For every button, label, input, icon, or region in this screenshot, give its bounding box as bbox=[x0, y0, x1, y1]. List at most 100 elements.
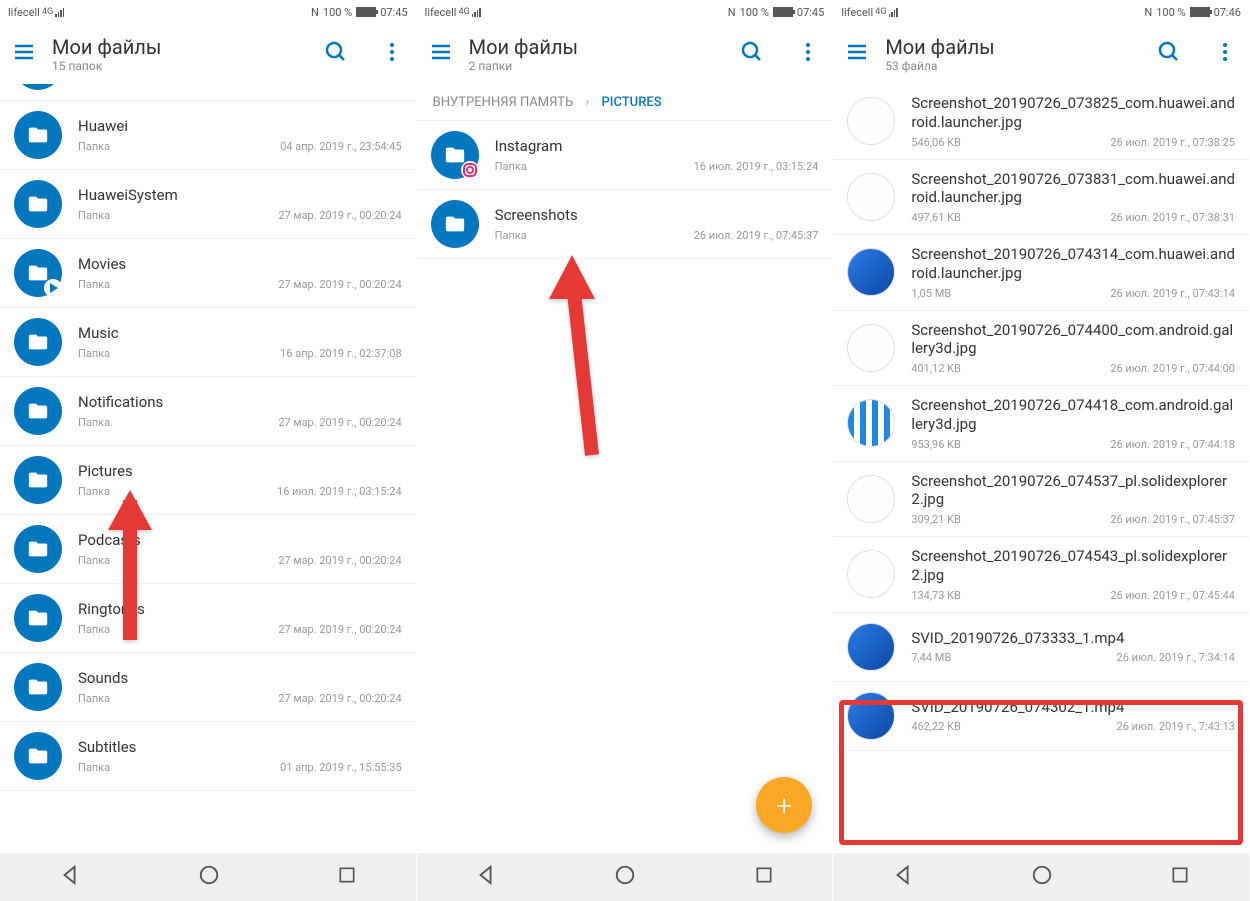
page-title: Мои файлы bbox=[885, 35, 1125, 59]
recent-button[interactable] bbox=[1170, 865, 1190, 889]
back-button[interactable] bbox=[59, 864, 81, 890]
file-list[interactable]: Screenshot_20190726_073825_com.huawei.an… bbox=[833, 84, 1249, 853]
list-item[interactable]: MusicПапка16 апр. 2019 г., 02:37:08 bbox=[0, 308, 416, 377]
list-item[interactable]: SubtitlesПапка01 апр. 2019 г., 15:55:35 bbox=[0, 722, 416, 791]
folder-icon bbox=[14, 456, 62, 504]
signal-icon bbox=[889, 7, 898, 17]
search-button[interactable] bbox=[740, 40, 764, 68]
list-item[interactable]: SVID_20190726_073333_1.mp47,44 MB26 июл.… bbox=[833, 613, 1249, 682]
item-meta: Папка27 мар. 2019 г., 00:20:24 bbox=[78, 623, 402, 636]
item-meta: Папка04 апр. 2019 г., 23:54:45 bbox=[78, 140, 402, 153]
recent-button[interactable] bbox=[754, 865, 774, 889]
list-item[interactable]: SoundsПапка27 мар. 2019 г., 00:20:24 bbox=[0, 653, 416, 722]
item-body: SVID_20190726_073333_1.mp47,44 MB26 июл.… bbox=[911, 629, 1235, 665]
more-button[interactable] bbox=[1213, 40, 1237, 68]
item-meta: 401,12 KB26 июл. 2019 г., 07:44:00 bbox=[911, 362, 1235, 375]
nav-bar bbox=[417, 853, 833, 901]
item-body: Screenshot_20190726_074418_com.android.g… bbox=[911, 396, 1235, 451]
phone-2: lifecell4G N100 %07:45 Мои файлы 2 папки… bbox=[417, 0, 834, 901]
carrier-label: lifecell bbox=[841, 6, 873, 19]
home-button[interactable] bbox=[614, 864, 636, 890]
network-label: 4G bbox=[875, 7, 886, 17]
item-body: MusicПапка16 апр. 2019 г., 02:37:08 bbox=[78, 324, 402, 360]
back-button[interactable] bbox=[475, 864, 497, 890]
list-item[interactable]: Screenshot_20190726_074400_com.android.g… bbox=[833, 311, 1249, 387]
list-item[interactable]: SVID_20190726_074302_1.mp4462,22 KB26 ию… bbox=[833, 682, 1249, 751]
list-item[interactable]: HuaweiПапка04 апр. 2019 г., 23:54:45 bbox=[0, 101, 416, 170]
item-title: Podcasts bbox=[78, 531, 402, 550]
app-bar: Мои файлы 2 папки bbox=[417, 24, 833, 84]
more-button[interactable] bbox=[796, 40, 820, 68]
item-meta: Папка16 июл. 2019 г., 03:15:24 bbox=[495, 160, 819, 173]
item-body: Screenshot_20190726_074400_com.android.g… bbox=[911, 321, 1235, 376]
list-item[interactable]: HuaweiSystem Папка27 мар. 2019 г., 00:20:… bbox=[0, 170, 416, 239]
search-button[interactable] bbox=[324, 40, 348, 68]
list-item[interactable]: PodcastsПапка27 мар. 2019 г., 00:20:24 bbox=[0, 515, 416, 584]
folder-icon bbox=[431, 200, 479, 248]
item-meta: 134,73 KB26 июл. 2019 г., 07:45:44 bbox=[911, 589, 1235, 602]
carrier-label: lifecell bbox=[8, 6, 40, 19]
chevron-right-icon: › bbox=[585, 94, 589, 110]
signal-icon bbox=[472, 7, 481, 17]
item-body: Screenshot_20190726_073825_com.huawei.an… bbox=[911, 94, 1235, 149]
file-list[interactable]: —Папка26 июл. 2019 г., 07:43:40HuaweiПап… bbox=[0, 84, 416, 853]
network-label: 4G bbox=[42, 7, 53, 17]
folder-icon bbox=[431, 131, 479, 179]
home-button[interactable] bbox=[1031, 864, 1053, 890]
item-body: SubtitlesПапка01 апр. 2019 г., 15:55:35 bbox=[78, 738, 402, 774]
item-title: Screenshot_20190726_074537_pl.solidexplo… bbox=[911, 472, 1235, 510]
back-button[interactable] bbox=[892, 864, 914, 890]
list-item[interactable]: NotificationsПапка27 мар. 2019 г., 00:20… bbox=[0, 377, 416, 446]
item-meta: 497,61 KB26 июл. 2019 г., 07:38:31 bbox=[911, 211, 1235, 224]
folder-icon bbox=[14, 111, 62, 159]
menu-button[interactable] bbox=[845, 40, 869, 68]
list-item[interactable]: Screenshot_20190726_074537_pl.solidexplo… bbox=[833, 462, 1249, 538]
list-item[interactable]: Screenshot_20190726_074543_pl.solidexplo… bbox=[833, 537, 1249, 613]
breadcrumb-current[interactable]: PICTURES bbox=[601, 95, 661, 110]
item-body: Screenshot_20190726_074543_pl.solidexplo… bbox=[911, 547, 1235, 602]
item-meta: 953,96 KB26 июл. 2019 г., 07:44:18 bbox=[911, 438, 1235, 451]
title-block: Мои файлы 53 файла bbox=[885, 35, 1125, 73]
item-title: SVID_20190726_074302_1.mp4 bbox=[911, 698, 1235, 717]
list-item[interactable]: Screenshot_20190726_074418_com.android.g… bbox=[833, 386, 1249, 462]
breadcrumb-root[interactable]: ВНУТРЕННЯЯ ПАМЯТЬ bbox=[433, 95, 574, 110]
phone-1: lifecell4G N100 %07:45 Мои файлы 15 папо… bbox=[0, 0, 417, 901]
clock-label: 07:46 bbox=[1214, 6, 1241, 19]
app-bar: Мои файлы 53 файла bbox=[833, 24, 1249, 84]
item-meta: Папка27 мар. 2019 г., 00:20:24 bbox=[78, 209, 402, 222]
signal-icon bbox=[55, 7, 64, 17]
item-title: Notifications bbox=[78, 393, 402, 412]
list-item[interactable]: Screenshot_20190726_073831_com.huawei.an… bbox=[833, 160, 1249, 236]
item-title: Ringtones bbox=[78, 600, 402, 619]
home-button[interactable] bbox=[198, 864, 220, 890]
page-title: Мои файлы bbox=[52, 35, 292, 59]
list-item[interactable]: ScreenshotsПапка26 июл. 2019 г., 07:45:3… bbox=[417, 190, 833, 259]
menu-button[interactable] bbox=[429, 40, 453, 68]
list-item[interactable]: Screenshot_20190726_073825_com.huawei.an… bbox=[833, 84, 1249, 160]
add-button[interactable]: + bbox=[756, 777, 812, 833]
list-item[interactable]: InstagramПапка16 июл. 2019 г., 03:15:24 bbox=[417, 121, 833, 190]
list-item[interactable]: PicturesПапка16 июл. 2019 г., 03:15:24 bbox=[0, 446, 416, 515]
item-title: HuaweiSystem bbox=[78, 186, 402, 205]
item-meta: Папка16 апр. 2019 г., 02:37:08 bbox=[78, 347, 402, 360]
nfc-icon: N bbox=[1144, 6, 1152, 19]
item-meta: Папка26 июл. 2019 г., 07:45:37 bbox=[495, 229, 819, 242]
clock-label: 07:45 bbox=[380, 6, 407, 19]
page-subtitle: 53 файла bbox=[885, 59, 1125, 73]
menu-button[interactable] bbox=[12, 40, 36, 68]
search-button[interactable] bbox=[1157, 40, 1181, 68]
item-body: SVID_20190726_074302_1.mp4462,22 KB26 ию… bbox=[911, 698, 1235, 734]
item-title: Screenshot_20190726_073831_com.huawei.an… bbox=[911, 170, 1235, 208]
list-item[interactable]: —Папка26 июл. 2019 г., 07:43:40 bbox=[0, 84, 416, 101]
list-item[interactable]: MoviesПапка27 мар. 2019 г., 00:20:24 bbox=[0, 239, 416, 308]
item-title: Subtitles bbox=[78, 738, 402, 757]
item-meta: 1,05 MB26 июл. 2019 г., 07:43:14 bbox=[911, 287, 1235, 300]
list-item[interactable]: Screenshot_20190726_074314_com.huawei.an… bbox=[833, 235, 1249, 311]
file-list[interactable]: InstagramПапка16 июл. 2019 г., 03:15:24S… bbox=[417, 121, 833, 853]
list-item[interactable]: Ringtones Папка27 мар. 2019 г., 00:20:24 bbox=[0, 584, 416, 653]
recent-button[interactable] bbox=[337, 865, 357, 889]
breadcrumb[interactable]: ВНУТРЕННЯЯ ПАМЯТЬ › PICTURES bbox=[417, 84, 833, 121]
item-title: Screenshot_20190726_074543_pl.solidexplo… bbox=[911, 547, 1235, 585]
folder-icon bbox=[14, 249, 62, 297]
more-button[interactable] bbox=[380, 40, 404, 68]
